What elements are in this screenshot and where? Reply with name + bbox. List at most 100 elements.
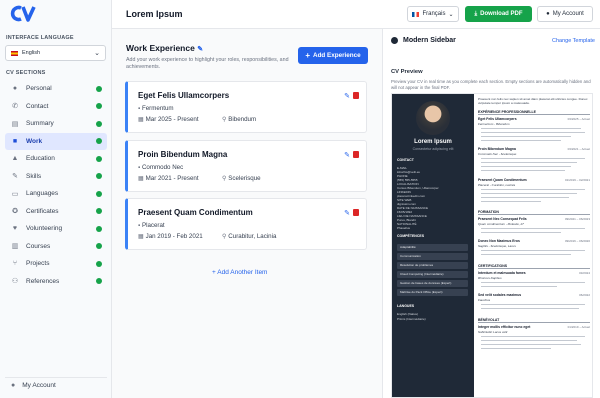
cv-contact-heading: CONTACT [397,158,414,162]
text-line [481,140,561,142]
edit-title-icon[interactable]: ✎ [197,46,203,53]
text-line [481,250,585,252]
check-icon [96,85,102,92]
dates-text: Jan 2019 - Feb 2021 [145,233,203,240]
language-value: English [22,50,41,56]
cv-edu-title: Donec Non Maximus Eros [478,239,520,243]
app-logo[interactable] [10,5,36,22]
sidebar-my-account[interactable]: ● My Account [5,377,107,393]
calendar-icon: ▦ [138,116,144,123]
cv-cert-issuer: Rhoncus Dapibus [478,276,502,280]
users-icon: ⚇ [11,278,19,286]
cv-name: Lorem Ipsum [414,139,452,145]
location-text: Scelerisque [228,175,261,182]
user-icon: ● [546,11,550,17]
cv-volunteering-heading: BÉNÉVOLAT [478,318,590,323]
cv-vol-org: Sollicitudin Lacus velit [478,330,508,334]
company-text: Commodo Nec [141,164,184,171]
building-icon: ▪ [138,164,141,171]
check-icon [96,278,102,284]
sidebar-item-certificates[interactable]: ✪ Certificates [5,203,107,221]
plus-icon: + [305,51,311,60]
work-experience-panel: Work Experience ✎ Add your work experien… [112,29,382,398]
sidebar-item-skills[interactable]: ✎ Skills [5,168,107,186]
sidebar-item-summary[interactable]: ▤ Summary [5,115,107,133]
download-icon: ⤓ [474,10,478,17]
sidebar-item-courses[interactable]: ▥ Courses [5,238,107,256]
cv-exp-company: Commodo Nec - Scelerisque [478,152,517,156]
edit-icon[interactable]: ✎ [344,151,350,159]
experience-card[interactable]: Praesent Quam Condimentum ▪ Placerat ▦ J… [125,198,367,250]
experience-dates: ▦ Jan 2019 - Feb 2021 [138,233,203,240]
dates-text: Mar 2021 - Present [145,175,199,182]
edit-icon[interactable]: ✎ [344,209,350,217]
experience-card[interactable]: Eget Felis Ullamcorpers ▪ Fermentum ▦ Ma… [125,81,367,133]
experience-location: ⚲ Scelerisque [222,175,261,182]
sidebar-item-education[interactable]: ▲ Education [5,150,107,168]
wrench-icon: ✎ [12,173,18,181]
building-icon: ▪ [138,105,141,112]
experience-title: Eget Felis Ullamcorpers [138,91,230,100]
sidebar-item-languages[interactable]: ▭ Languages [5,185,107,203]
book-icon: ▥ [11,243,19,251]
chevron-down-icon: ⌄ [94,50,100,57]
avatar [416,101,450,135]
template-name: Modern Sidebar [391,37,456,44]
sidebar-item-contact[interactable]: ✆ Contact [5,98,107,116]
cv-preview-panel: Modern Sidebar Change Template CV Previe… [382,29,600,398]
trash-icon[interactable] [353,209,359,216]
trash-icon[interactable] [353,92,359,99]
dates-text: Mar 2025 - Present [145,116,199,123]
add-another-item-button[interactable]: + Add Another Item [212,269,267,276]
experience-card[interactable]: Proin Bibendum Magna ▪ Commodo Nec ▦ Mar… [125,140,367,192]
user-icon: ● [12,85,18,93]
trash-icon[interactable] [353,151,359,158]
sidebar-item-projects[interactable]: ⑂ Projects [5,255,107,273]
cv-exp-date: 03/2025 – Actuel [567,117,590,121]
cv-language-select[interactable]: Français ⌄ [407,6,459,22]
page-title: Lorem Ipsum [126,9,183,19]
sidebar-item-label: Courses [26,242,51,250]
skill-chip: Communication [397,253,468,260]
edit-icon[interactable]: ✎ [344,92,350,100]
check-icon [96,103,102,109]
git-branch-icon: ⑂ [12,260,18,268]
add-experience-button[interactable]: + Add Experience [298,47,368,64]
download-pdf-button[interactable]: ⤓ Download PDF [465,6,532,22]
cv-document[interactable]: Lorem Ipsum Consectetur adipiscing elit … [391,93,593,398]
sidebar-item-volunteering[interactable]: ♥ Volunteering [5,220,107,238]
cv-edu-title: Praesent Nec Consequat Felis [478,217,527,221]
text-line [481,136,571,138]
experience-location: ⚲ Curabitur, Lacinia [222,233,276,240]
cv-experience-heading: EXPÉRIENCE PROFESSIONNELLE [478,110,590,115]
interface-language-label: INTERFACE LANGUAGE [6,35,74,41]
sidebar: INTERFACE LANGUAGE English ⌄ CV SECTIONS… [0,0,112,398]
sidebar-item-label: Skills [26,172,42,180]
add-another-label: Add Another Item [217,269,268,276]
text-line [481,348,551,350]
cv-cert-date: 06/2022 [579,293,590,297]
change-template-link[interactable]: Change Template [552,38,595,44]
sidebar-item-references[interactable]: ⚇ References [5,273,107,291]
flag-icon [412,11,420,17]
briefcase-icon: ■ [12,137,18,145]
cv-exp-company: Placerat - Curabitur, Lacinia [478,183,516,187]
cv-exp-date: 03/2021 – Actuel [567,147,590,151]
section-title-text: Work Experience [126,43,195,53]
skill-chip: Cloud Computing (Intermédiaire) [397,271,468,278]
text-line [481,132,585,134]
user-icon: ● [11,382,16,389]
my-account-button[interactable]: ● My Account [537,6,593,22]
experience-company: ▪ Fermentum [138,105,174,112]
cv-exp-title: Proin Bibendum Magna [478,147,516,151]
topbar: Lorem Ipsum Français ⌄ ⤓ Download PDF ● My … [112,0,600,29]
sidebar-item-personal[interactable]: ● Personal [5,80,107,98]
experience-company: ▪ Placerat [138,222,165,229]
cv-sections-nav: ● Personal ✆ Contact ▤ Summary ■ Work ▲ Educa… [5,80,107,290]
experience-title: Proin Bibendum Magna [138,150,228,159]
skill-chip: Adaptabilité [397,244,468,251]
sidebar-item-work[interactable]: ■ Work [5,132,107,150]
text-line [481,282,585,284]
company-text: Placerat [141,222,165,229]
interface-language-select[interactable]: English ⌄ [5,45,106,61]
